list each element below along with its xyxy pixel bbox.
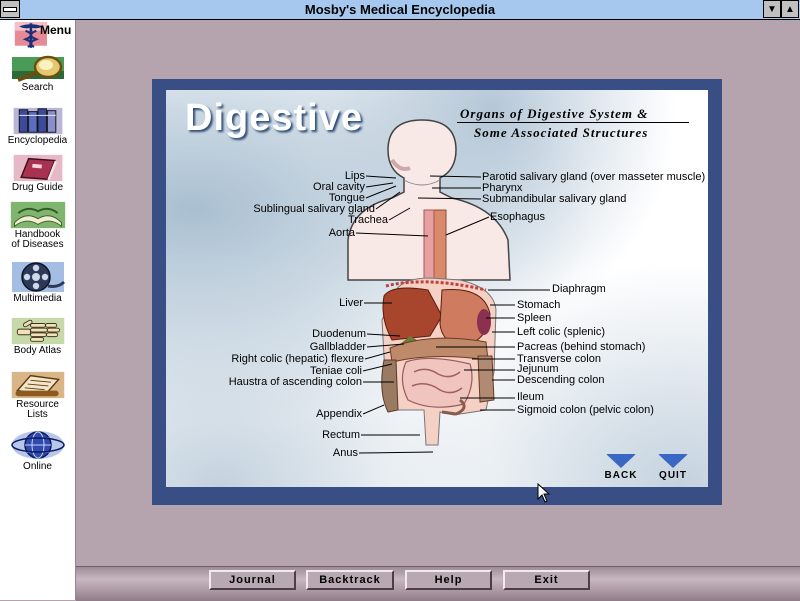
label-leader-lines — [355, 175, 550, 454]
help-button[interactable]: Help — [405, 570, 492, 590]
mouse-cursor-icon — [537, 483, 551, 503]
backtrack-button[interactable]: Backtrack — [306, 570, 394, 590]
down-arrow-icon — [658, 454, 688, 468]
journal-button[interactable]: Journal — [209, 570, 296, 590]
quit-label: QUIT — [659, 470, 687, 481]
down-arrow-icon — [606, 454, 636, 468]
exit-button[interactable]: Exit — [503, 570, 590, 590]
back-button[interactable]: BACK — [601, 454, 641, 481]
back-label: BACK — [604, 470, 638, 481]
quit-button[interactable]: QUIT — [653, 454, 693, 481]
